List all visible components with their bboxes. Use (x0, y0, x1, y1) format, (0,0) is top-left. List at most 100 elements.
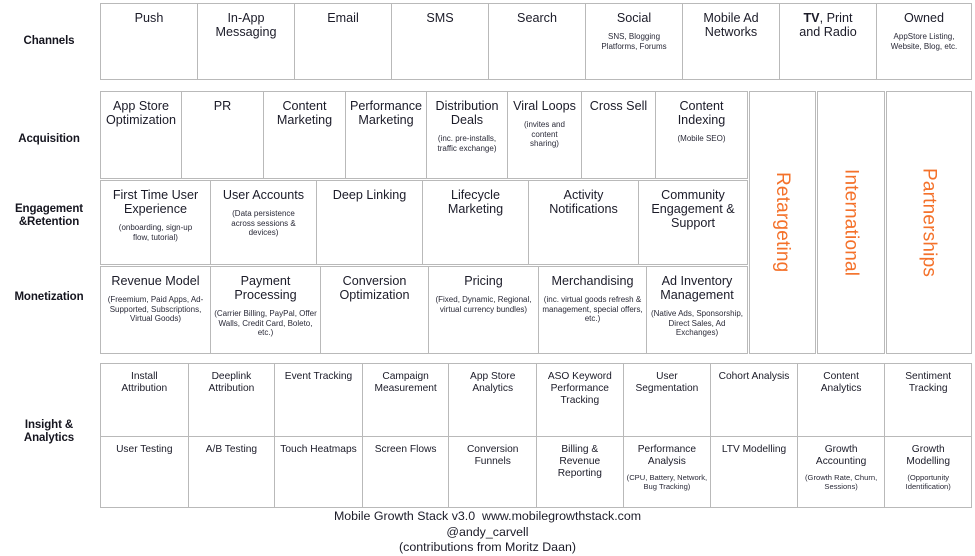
stack-cell[interactable]: User Testing (101, 437, 189, 507)
vertical-column-label: International (840, 168, 862, 277)
footer-line-2: @andy_carvell (446, 524, 529, 539)
stack-cell-title: PR (213, 99, 232, 113)
stack-cell[interactable]: Content Marketing (264, 92, 346, 178)
stack-cell[interactable]: Deeplink Attribution (188, 364, 276, 436)
stack-cell-title: Viral Loops (513, 99, 576, 113)
stack-cell-title: User Segmentation (635, 371, 699, 394)
stack-cell[interactable]: Deep Linking (317, 181, 423, 264)
stack-cell-title: Performance Analysis (637, 444, 697, 467)
stack-cell[interactable]: Push (101, 4, 198, 79)
row-label-channels: Channels (23, 35, 75, 47)
stack-cell-subtitle: (Growth Rate, Churn, Sessions) (805, 473, 878, 491)
stack-cell-subtitle: (Native Ads, Sponsorship, Direct Sales, A… (650, 309, 744, 338)
stack-cell[interactable]: SMS (392, 4, 489, 79)
stack-cell-title: App Store Analytics (470, 371, 516, 394)
stack-cell-title: Event Tracking (284, 371, 353, 382)
stack-cell[interactable]: Pricing (Fixed, Dynamic, Regional, virtual… (429, 267, 539, 353)
stack-cell-title: Revenue Model (111, 274, 200, 288)
stack-cell[interactable]: Content Indexing (Mobile SEO) (656, 92, 747, 178)
stack-cell[interactable]: Search (489, 4, 586, 79)
stack-cell[interactable]: App Store Optimization (101, 92, 182, 178)
stack-cell-title: Growth Accounting (815, 444, 867, 467)
stack-cell[interactable]: User Accounts (Data persistence across ses… (211, 181, 317, 264)
stack-cell-title: Payment Processing (234, 274, 297, 303)
stack-cell-title: User Testing (116, 444, 173, 455)
mobile-growth-stack-diagram: Channels Push In-App Messaging Email SMS Sear… (0, 0, 975, 556)
stack-cell[interactable]: Email (295, 4, 392, 79)
stack-cell[interactable]: Viral Loops (invites and content sharing) (508, 92, 582, 178)
row-label-acquisition: Acquisition (18, 133, 80, 145)
stack-cell-subtitle: (CPU, Battery, Network, Bug Tracking) (626, 473, 708, 491)
stack-cell-title: Mobile Ad Networks (703, 11, 759, 40)
stack-cell-title: Cross Sell (589, 99, 648, 113)
stack-cell-title: Install Attribution (121, 371, 168, 394)
stack-cell[interactable]: Performance Analysis (CPU, Battery, Networ… (623, 437, 712, 507)
stack-cell[interactable]: A/B Testing (188, 437, 276, 507)
stack-cell[interactable]: Owned AppStore Listing, Website, Blog, etc… (877, 4, 971, 79)
stack-cell-subtitle: (Opportunity Identification) (905, 473, 951, 491)
stack-cell-title: ASO Keyword Performance Tracking (547, 371, 612, 406)
stack-cell[interactable]: Community Engagement & Support (639, 181, 747, 264)
stack-cell-title: App Store Optimization (106, 99, 176, 128)
stack-cell[interactable]: PR (182, 92, 264, 178)
stack-cell[interactable]: User Segmentation (623, 364, 712, 436)
stack-cell-subtitle: (invites and content sharing) (524, 120, 565, 149)
stack-cell-title: Owned (904, 11, 944, 25)
stack-cell-subtitle: AppStore Listing, Website, Blog, etc. (890, 32, 958, 51)
row-label-insight-analytics: Insight & Analytics (23, 419, 75, 444)
stack-cell-subtitle: (onboarding, sign-up flow, tutorial) (118, 223, 193, 242)
stack-cell[interactable]: Activity Notifications (529, 181, 639, 264)
stack-cell[interactable]: Sentiment Tracking (885, 364, 972, 436)
stack-cell[interactable]: First Time User Experience (onboarding, si… (101, 181, 211, 264)
stack-cell[interactable]: Touch Heatmaps (275, 437, 363, 507)
stack-cell-title: Screen Flows (374, 444, 437, 455)
stack-cell[interactable]: Growth Accounting (Growth Rate, Churn, Sess… (797, 437, 886, 507)
stack-cell[interactable]: Conversion Optimization (321, 267, 429, 353)
stack-cell-title: Merchandising (551, 274, 634, 288)
row-label-engagement-retention: Engagement &Retention (14, 203, 83, 228)
stack-cell-title: Content Indexing (677, 99, 726, 128)
stack-cell[interactable]: TV, Print and Radio (780, 4, 877, 79)
channels-row: Push In-App Messaging Email SMS Search Social S… (100, 3, 972, 80)
stack-cell[interactable]: Growth Modelling (Opportunity Identificatio… (885, 437, 972, 507)
stack-cell-title: Email (327, 11, 359, 25)
stack-cell[interactable]: Event Tracking (275, 364, 363, 436)
stack-cell-title: A/B Testing (205, 444, 258, 455)
stack-cell-subtitle: SNS, Blogging Platforms, Forums (601, 32, 667, 51)
stack-cell[interactable]: Content Analytics (797, 364, 886, 436)
stack-cell-title: Touch Heatmaps (280, 444, 357, 455)
stack-cell[interactable]: Campaign Measurement (362, 364, 450, 436)
stack-cell-title: LTV Modelling (721, 444, 787, 455)
stack-cell[interactable]: App Store Analytics (449, 364, 537, 436)
stack-cell[interactable]: Ad Inventory Management (Native Ads, Spons… (647, 267, 747, 353)
stack-cell[interactable]: Cross Sell (582, 92, 656, 178)
stack-cell-title: Push (134, 11, 164, 25)
stack-cell[interactable]: LTV Modelling (711, 437, 798, 507)
stack-cell[interactable]: Screen Flows (362, 437, 450, 507)
stack-cell[interactable]: Revenue Model (Freemium, Paid Apps, Ad- Su… (101, 267, 211, 353)
stack-cell[interactable]: Lifecycle Marketing (423, 181, 529, 264)
stack-cell-title: Deep Linking (332, 188, 407, 202)
stack-cell[interactable]: Payment Processing (Carrier Billing, PayPa… (211, 267, 321, 353)
stack-cell-title: Deeplink Attribution (208, 371, 255, 394)
vertical-column-label: Partnerships (918, 167, 940, 278)
stack-cell[interactable]: Social SNS, Blogging Platforms, Forums (586, 4, 683, 79)
stack-cell-title: Search (517, 11, 557, 25)
stack-cell[interactable]: ASO Keyword Performance Tracking (537, 364, 624, 436)
stack-cell-title: Community Engagement & Support (651, 188, 735, 231)
stack-cell[interactable]: Conversion Funnels (449, 437, 537, 507)
stack-cell-title: Cohort Analysis (718, 371, 790, 382)
stack-cell-title: Performance Marketing (349, 99, 423, 128)
insight-analytics-row-1: Install Attribution Deeplink Attribution Eve… (100, 363, 972, 437)
stack-cell[interactable]: Performance Marketing (346, 92, 427, 178)
vertical-column-label: Retargeting (772, 172, 793, 273)
stack-cell[interactable]: Merchandising (inc. virtual goods refresh… (539, 267, 647, 353)
stack-cell-subtitle: (Carrier Billing, PayPal, Offer Walls, Cr… (214, 309, 317, 338)
stack-cell[interactable]: Billing & Revenue Reporting (537, 437, 624, 507)
stack-cell[interactable]: Distribution Deals (inc. pre-installs, traf… (427, 92, 508, 178)
stack-cell[interactable]: Mobile Ad Networks (683, 4, 780, 79)
stack-cell[interactable]: Cohort Analysis (711, 364, 798, 436)
stack-cell[interactable]: Install Attribution (101, 364, 189, 436)
engagement-retention-row: First Time User Experience (onboarding, si… (100, 180, 748, 265)
stack-cell[interactable]: In-App Messaging (198, 4, 295, 79)
